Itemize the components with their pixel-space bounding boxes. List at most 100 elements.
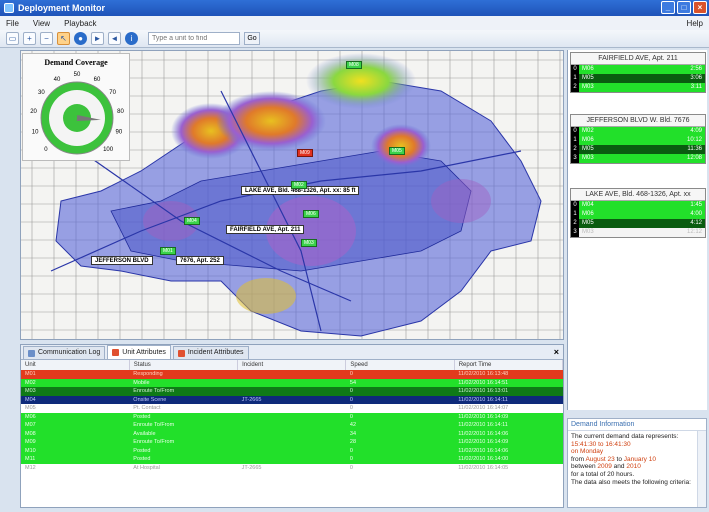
table-cell <box>238 430 346 439</box>
table-cell: At Hospital <box>133 464 160 471</box>
tab-communication-log[interactable]: Communication Log <box>23 346 106 359</box>
table-row[interactable]: M03 Enroute To/From 0 11/02/2010 16:13:01 <box>21 387 563 396</box>
unit-tag[interactable]: M04 <box>184 217 200 225</box>
log-icon <box>28 349 35 357</box>
table-cell: Posted <box>133 413 151 420</box>
unit-tag-m09[interactable]: M09 <box>297 149 313 157</box>
unit-eta: 1:45 <box>690 202 702 208</box>
unit-tag[interactable]: M08 <box>346 61 362 69</box>
incident-unit-row[interactable]: 1 M06 10:12 <box>571 136 705 145</box>
unit-name: M06 <box>582 66 594 72</box>
table-row[interactable]: M09 Enroute To/From 28 11/02/2010 16:14:09 <box>21 438 563 447</box>
table-row[interactable]: M04 Onsite Scene JT-2665 0 11/02/2010 16:14:… <box>21 395 563 404</box>
info-icon[interactable]: i <box>125 32 138 45</box>
unit-tag[interactable]: M03 <box>301 239 317 247</box>
table-cell: 11/02/2010 16:13:48 <box>458 371 509 378</box>
table-row[interactable]: M02 Mobile 54 11/02/2010 16:14:51 <box>21 378 563 387</box>
table-cell: 0 <box>349 447 353 454</box>
tab-unit-attributes[interactable]: Unit Attributes <box>107 345 171 359</box>
close-button[interactable]: × <box>693 1 707 14</box>
incident-unit-row[interactable]: 2 M05 4:12 <box>571 219 705 228</box>
incident-card[interactable]: JEFFERSON BLVD W. Bld. 7676 0 M02 4:09 1 M06 1… <box>570 114 706 164</box>
demand-year: 2010 <box>626 463 641 471</box>
menu-help[interactable]: Help <box>687 19 703 28</box>
incident-card[interactable]: LAKE AVE, Bld. 468-1326, Apt. xx 0 M04 1:45… <box>570 188 706 238</box>
table-cell: Available <box>133 430 156 437</box>
menu-file[interactable]: File <box>6 19 19 28</box>
col-incident[interactable]: Incident <box>237 360 347 370</box>
tab-incident-attributes[interactable]: Incident Attributes <box>172 346 249 359</box>
table-row[interactable]: M10 Posted 0 11/02/2010 16:14:06 <box>21 446 563 455</box>
incident-card[interactable]: FAIRFIELD AVE, Apt. 211 0 M06 2:56 1 M05 3:06 2… <box>570 52 706 93</box>
table-row[interactable]: M11 Posted 0 11/02/2010 16:14:00 <box>21 455 563 464</box>
select-tool-icon[interactable]: ↖ <box>57 32 70 45</box>
forward-icon[interactable]: ► <box>91 32 104 45</box>
demand-coverage-gauge: Demand Coverage 0 10 20 30 40 50 60 70 80 90 100 <box>22 53 130 161</box>
search-go-button[interactable]: Go <box>244 32 260 45</box>
unit-eta: 12:12 <box>686 229 702 235</box>
table-row[interactable]: M12 At Hospital JT-2665 0 11/02/2010 16:14:0… <box>21 463 563 472</box>
table-row[interactable]: M06 Posted 0 11/02/2010 16:14:09 <box>21 412 563 421</box>
menu-playback[interactable]: Playback <box>64 19 96 28</box>
table-row[interactable]: M08 Available 34 11/02/2010 16:14:06 <box>21 429 563 439</box>
demand-from-date: August 23 <box>585 455 615 463</box>
table-cell: Mobile <box>133 379 150 386</box>
incident-unit-row[interactable]: 0 M02 4:09 <box>571 127 705 136</box>
open-icon[interactable]: ▭ <box>6 32 19 45</box>
table-cell <box>238 370 346 379</box>
table-cell: 0 <box>349 388 353 395</box>
incident-unit-row[interactable]: 0 M06 2:56 <box>571 65 705 74</box>
incident-unit-row[interactable]: 2 M03 3:11 <box>571 83 705 92</box>
table-row[interactable]: M05 Pt. Contact 0 11/02/2010 16:14:07 <box>21 404 563 413</box>
table-cell: 0 <box>349 456 353 463</box>
unit-search-input[interactable] <box>148 32 240 45</box>
demand-text: to <box>616 455 622 463</box>
map-label-fairfield[interactable]: FAIRFIELD AVE, Apt. 211 <box>226 225 305 234</box>
incident-unit-row[interactable]: 1 M05 3:06 <box>571 74 705 83</box>
unit-tag[interactable]: M02 <box>291 181 307 189</box>
table-row[interactable]: M07 Enroute To/From 42 11/02/2010 16:14:11 <box>21 421 563 430</box>
maximize-button[interactable]: □ <box>677 1 691 14</box>
minimize-button[interactable]: _ <box>661 1 675 14</box>
map-label-jefferson[interactable]: JEFFERSON BLVD <box>91 256 153 265</box>
table-cell: 54 <box>349 379 357 386</box>
menu-view[interactable]: View <box>33 19 50 28</box>
menu-bar: File View Playback Help <box>0 16 709 30</box>
col-speed[interactable]: Speed <box>345 360 455 370</box>
incident-unit-row[interactable]: 2 M05 11:36 <box>571 145 705 154</box>
incident-unit-row[interactable]: 3 M03 12:12 <box>571 228 705 237</box>
table-cell: M11 <box>25 456 36 463</box>
col-status[interactable]: Status <box>129 360 239 370</box>
unit-tag[interactable]: M01 <box>160 247 176 255</box>
toolbar: ▭ + − ↖ ● ► ◄ i Go <box>0 30 709 48</box>
table-row[interactable]: M01 Responding 0 11/02/2010 16:13:48 <box>21 370 563 379</box>
demand-scrollbar[interactable] <box>697 431 706 507</box>
unit-tag[interactable]: M05 <box>389 147 405 155</box>
zoom-out-icon[interactable]: − <box>40 32 53 45</box>
gauge-tick-label: 10 <box>32 130 39 136</box>
incident-unit-row[interactable]: 3 M03 12:08 <box>571 154 705 163</box>
demand-total: for a total of 20 hours. <box>571 470 635 478</box>
close-panel-icon[interactable]: × <box>554 347 559 357</box>
gauge-tick-label: 90 <box>116 130 123 136</box>
gauge-tick-label: 80 <box>117 109 124 115</box>
incident-unit-row[interactable]: 1 M06 4:00 <box>571 210 705 219</box>
col-unit[interactable]: Unit <box>21 360 130 370</box>
table-cell: 42 <box>349 422 357 429</box>
demand-text: between <box>571 463 596 471</box>
col-report-time[interactable]: Report Time <box>454 360 564 370</box>
globe-icon[interactable]: ● <box>74 32 87 45</box>
table-cell: 11/02/2010 16:14:06 <box>458 447 509 454</box>
unit-rank: 0 <box>571 127 579 136</box>
unit-tag[interactable]: M06 <box>303 210 319 218</box>
unit-icon <box>112 349 120 356</box>
unit-rank: 2 <box>571 219 579 228</box>
table-cell: Enroute To/From <box>133 388 175 395</box>
map-label-jefferson-apt[interactable]: 7676, Apt. 252 <box>176 256 224 265</box>
unit-name: M04 <box>582 202 594 208</box>
unit-name: M03 <box>582 84 594 90</box>
table-cell <box>238 387 346 396</box>
incident-unit-row[interactable]: 0 M04 1:45 <box>571 201 705 210</box>
back-icon[interactable]: ◄ <box>108 32 121 45</box>
zoom-in-icon[interactable]: + <box>23 32 36 45</box>
